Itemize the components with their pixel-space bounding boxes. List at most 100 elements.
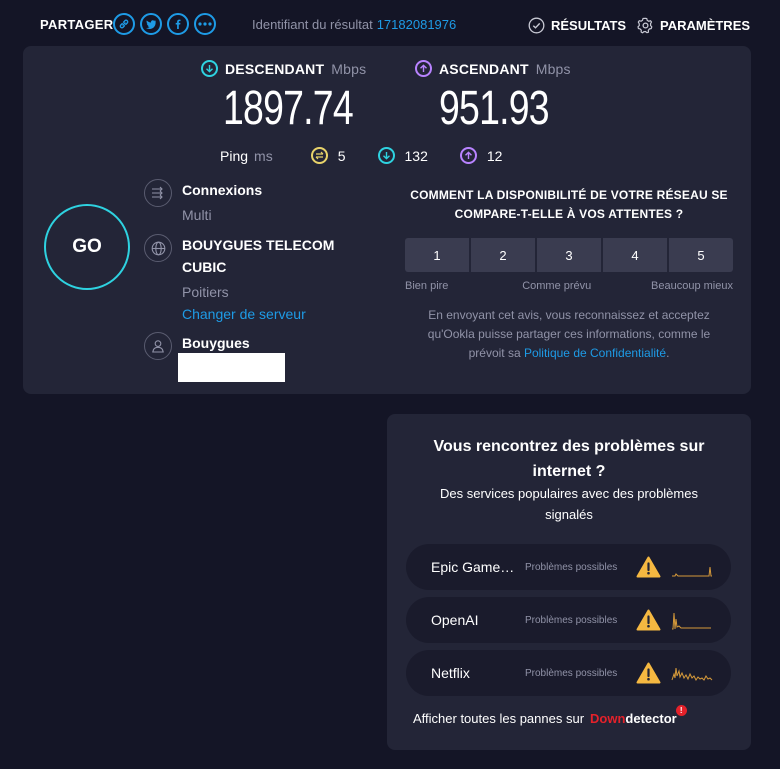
downdetector-logo[interactable]: Downdetector ! xyxy=(590,705,687,726)
top-bar: PARTAGER Identifiant du résultat 17182081… xyxy=(0,0,780,48)
service-name: OpenAI xyxy=(431,612,479,628)
downdetector-panel: Vous rencontrez des problèmes sur intern… xyxy=(387,414,751,750)
upload-arrow-icon xyxy=(415,60,432,77)
disclaimer-prefix: prévoit sa xyxy=(468,346,524,360)
downdetector-logo-detector: detector xyxy=(625,711,677,726)
sparkline-icon xyxy=(672,612,711,630)
upload-value: 951.93 xyxy=(439,82,550,135)
share-label: PARTAGER xyxy=(40,17,114,32)
downdetector-title: Vous rencontrez des problèmes sur intern… xyxy=(387,434,751,484)
sparkline-icon xyxy=(672,566,712,577)
survey-disclaimer: En envoyant cet avis, vous reconnaissez … xyxy=(405,306,733,363)
service-name: Epic Games Store xyxy=(431,559,516,575)
download-latency-icon xyxy=(377,147,395,164)
server-location: Poitiers xyxy=(182,284,229,300)
ping-download: 132 xyxy=(377,147,428,164)
rating-label-low: Bien pire xyxy=(405,280,449,292)
connections-info: Connexions Multi xyxy=(144,179,262,226)
change-server-link[interactable]: Changer de serveur xyxy=(182,303,334,325)
ping-upload-value: 12 xyxy=(486,147,503,164)
ping-upload: 12 xyxy=(459,147,503,164)
download-unit: Mbps xyxy=(331,60,367,77)
server-name-line2: CUBIC xyxy=(182,259,227,275)
share-icons xyxy=(113,13,216,35)
service-row-netflix[interactable]: Netflix Problèmes possibles xyxy=(406,650,731,696)
download-block: DESCENDANT Mbps 1897.74 xyxy=(201,60,390,136)
warning-icon xyxy=(636,609,661,631)
settings-label: PARAMÈTRES xyxy=(660,18,751,33)
download-header: DESCENDANT Mbps xyxy=(201,60,390,77)
redacted-ip-box xyxy=(178,353,285,382)
survey-question-line1: COMMENT LA DISPONIBILITÉ DE VOTRE RÉSEAU… xyxy=(410,188,728,202)
upload-label: ASCENDANT xyxy=(439,60,529,77)
sparkline-icon xyxy=(671,667,713,681)
rating-label-high: Beaucoup mieux xyxy=(651,280,733,292)
ping-idle: 5 xyxy=(310,147,346,164)
downdetector-logo-down: Down xyxy=(590,711,626,726)
privacy-policy-link[interactable]: Politique de Confidentialité xyxy=(524,346,666,360)
disclaimer-suffix: . xyxy=(666,346,670,360)
result-id: Identifiant du résultat 17182081976 xyxy=(252,17,456,32)
more-icon[interactable] xyxy=(194,13,216,35)
disclaimer-line3: prévoit sa Politique de Confidentialité. xyxy=(405,344,733,363)
downdetector-title-line1: Vous rencontrez des problèmes sur xyxy=(433,438,705,455)
link-icon[interactable] xyxy=(113,13,135,35)
result-id-link[interactable]: 17182081976 xyxy=(377,17,457,32)
speedtest-result-page: PARTAGER Identifiant du résultat 17182081… xyxy=(0,0,780,769)
downdetector-subtitle-line2: signalés xyxy=(545,507,593,522)
rating-labels: Bien pire Comme prévu Beaucoup mieux xyxy=(405,280,733,292)
results-button[interactable]: RÉSULTATS xyxy=(528,17,626,34)
service-status: Problèmes possibles xyxy=(525,667,618,679)
isp-name: Bouygues xyxy=(182,335,250,351)
warning-icon xyxy=(636,556,661,578)
server-info: BOUYGUES TELECOM CUBIC Poitiers Changer … xyxy=(144,234,334,325)
service-status: Problèmes possibles xyxy=(525,614,618,626)
facebook-icon[interactable] xyxy=(167,13,189,35)
check-circle-icon xyxy=(528,17,545,34)
upload-block: ASCENDANT Mbps 951.93 xyxy=(415,60,580,136)
connections-icon xyxy=(144,179,172,207)
ping-label: Ping xyxy=(220,147,249,164)
downdetector-title-line2: internet ? xyxy=(532,463,606,480)
idle-latency-icon xyxy=(310,147,328,164)
results-label: RÉSULTATS xyxy=(551,18,627,33)
settings-button[interactable]: PARAMÈTRES xyxy=(637,17,750,34)
downdetector-footer-text: Afficher toutes les pannes sur xyxy=(413,711,585,726)
downdetector-subtitle: Des services populaires avec des problèm… xyxy=(387,483,751,525)
network-survey: COMMENT LA DISPONIBILITÉ DE VOTRE RÉSEAU… xyxy=(405,186,733,363)
survey-question: COMMENT LA DISPONIBILITÉ DE VOTRE RÉSEAU… xyxy=(405,186,733,224)
ping-unit: ms xyxy=(254,147,273,164)
rating-button-2[interactable]: 2 xyxy=(471,238,535,272)
twitter-icon[interactable] xyxy=(140,13,162,35)
upload-header: ASCENDANT Mbps xyxy=(415,60,580,77)
connections-value: Multi xyxy=(182,207,212,223)
survey-question-line2: COMPARE-T-ELLE À VOS ATTENTES ? xyxy=(454,207,684,221)
ping-row: Ping ms 5 132 12 xyxy=(220,147,534,164)
rating-scale: 1 2 3 4 5 xyxy=(405,238,733,272)
gear-icon xyxy=(637,17,653,34)
result-id-label: Identifiant du résultat xyxy=(252,17,373,32)
download-value: 1897.74 xyxy=(223,82,354,135)
upload-latency-icon xyxy=(459,147,477,164)
user-icon xyxy=(144,332,172,360)
downdetector-alert-badge: ! xyxy=(675,705,687,716)
globe-icon xyxy=(144,234,172,262)
service-row-epic-games[interactable]: Epic Games Store Problèmes possibles xyxy=(406,544,731,590)
rating-button-4[interactable]: 4 xyxy=(603,238,667,272)
rating-label-mid: Comme prévu xyxy=(522,280,592,292)
upload-unit: Mbps xyxy=(535,60,571,77)
rating-button-3[interactable]: 3 xyxy=(537,238,601,272)
warning-icon xyxy=(636,662,661,684)
rating-button-1[interactable]: 1 xyxy=(405,238,469,272)
disclaimer-line2: qu'Ookla puisse partager ces information… xyxy=(427,327,711,341)
download-arrow-icon xyxy=(201,60,218,77)
downdetector-subtitle-line1: Des services populaires avec des problèm… xyxy=(440,486,698,501)
go-button[interactable]: GO xyxy=(44,204,130,290)
server-name-line1: BOUYGUES TELECOM xyxy=(182,237,335,253)
service-row-openai[interactable]: OpenAI Problèmes possibles xyxy=(406,597,731,643)
disclaimer-line1: En envoyant cet avis, vous reconnaissez … xyxy=(428,308,710,322)
rating-button-5[interactable]: 5 xyxy=(669,238,733,272)
service-name: Netflix xyxy=(431,665,470,681)
ping-download-value: 132 xyxy=(404,147,428,164)
downdetector-footer: Afficher toutes les pannes sur Downdetec… xyxy=(413,705,687,726)
